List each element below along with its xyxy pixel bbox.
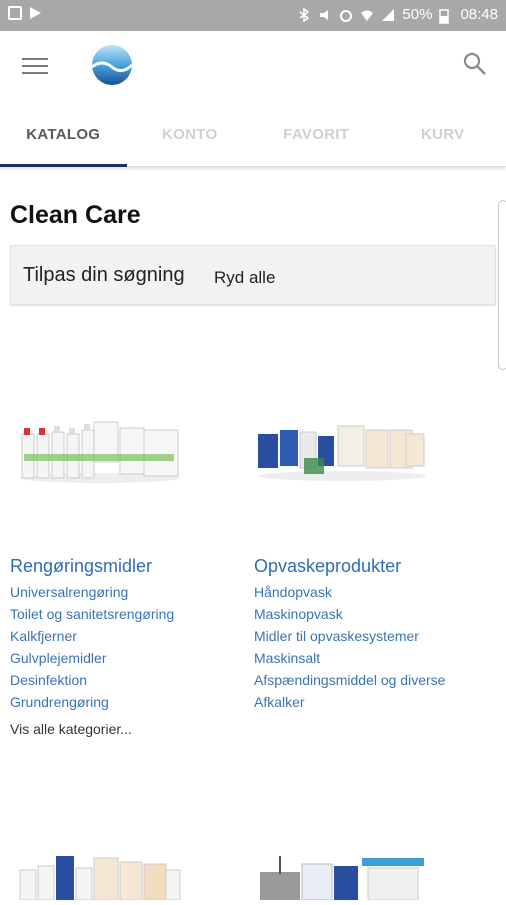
subcategory-link[interactable]: Afspændingsmiddel og diverse xyxy=(254,672,445,688)
page-title: Clean Care xyxy=(10,201,141,230)
subcategory-link[interactable]: Håndopvask xyxy=(254,584,332,600)
cleaning-products-image[interactable] xyxy=(18,410,182,485)
subcategory-link[interactable]: Toilet og sanitetsrengøring xyxy=(10,606,174,622)
category-title-cleaning[interactable]: Rengøringsmidler xyxy=(10,556,152,577)
bluetooth-icon xyxy=(297,8,311,22)
brand-logo[interactable] xyxy=(90,43,134,87)
subcategory-link[interactable]: Gulvplejemidler xyxy=(10,650,106,666)
alarm-icon xyxy=(339,8,353,22)
mute-icon xyxy=(318,8,332,22)
clock: 08:48 xyxy=(460,6,498,23)
tab-kurv[interactable]: KURV xyxy=(380,106,506,166)
app-bar xyxy=(0,31,506,106)
subcategory-link[interactable]: Desinfektion xyxy=(10,672,87,688)
battery-level: 50% xyxy=(402,6,432,23)
wifi-icon xyxy=(360,8,374,22)
play-notification-icon xyxy=(28,6,42,20)
filter-label[interactable]: Tilpas din søgning xyxy=(23,264,185,287)
subcategory-link[interactable]: Afkalker xyxy=(254,694,305,710)
clear-all-button[interactable]: Ryd alle xyxy=(214,268,275,288)
view-all-categories-link[interactable]: Vis alle kategorier... xyxy=(10,721,132,737)
subcategory-link[interactable]: Maskinsalt xyxy=(254,650,320,666)
category-title-dishwashing[interactable]: Opvaskeprodukter xyxy=(254,556,401,577)
battery-icon xyxy=(439,8,453,22)
search-icon[interactable] xyxy=(462,51,488,77)
video-notification-icon xyxy=(8,6,22,20)
filter-bar[interactable]: Tilpas din søgning Ryd alle xyxy=(10,245,496,305)
dishwashing-products-image[interactable] xyxy=(256,420,428,482)
bottle-group xyxy=(22,422,178,478)
laundry-products-image[interactable] xyxy=(16,852,182,900)
subcategory-link[interactable]: Grundrengøring xyxy=(10,694,109,710)
menu-icon[interactable] xyxy=(22,54,48,76)
signal-icon xyxy=(381,8,395,22)
status-bar: 50% 08:48 xyxy=(0,0,506,31)
subcategory-link[interactable]: Maskinopvask xyxy=(254,606,343,622)
subcategory-link[interactable]: Midler til opvaskesystemer xyxy=(254,628,419,644)
subcategory-link[interactable]: Kalkfjerner xyxy=(10,628,77,644)
tab-favorit[interactable]: FAVORIT xyxy=(253,106,380,166)
scroll-indicator[interactable] xyxy=(498,200,506,370)
tab-katalog[interactable]: KATALOG xyxy=(0,106,127,166)
tab-konto[interactable]: KONTO xyxy=(127,106,254,166)
tab-bar: KATALOG KONTO FAVORIT KURV xyxy=(0,106,506,167)
subcategory-link[interactable]: Universalrengøring xyxy=(10,584,128,600)
cleaning-tools-image[interactable] xyxy=(258,852,428,900)
